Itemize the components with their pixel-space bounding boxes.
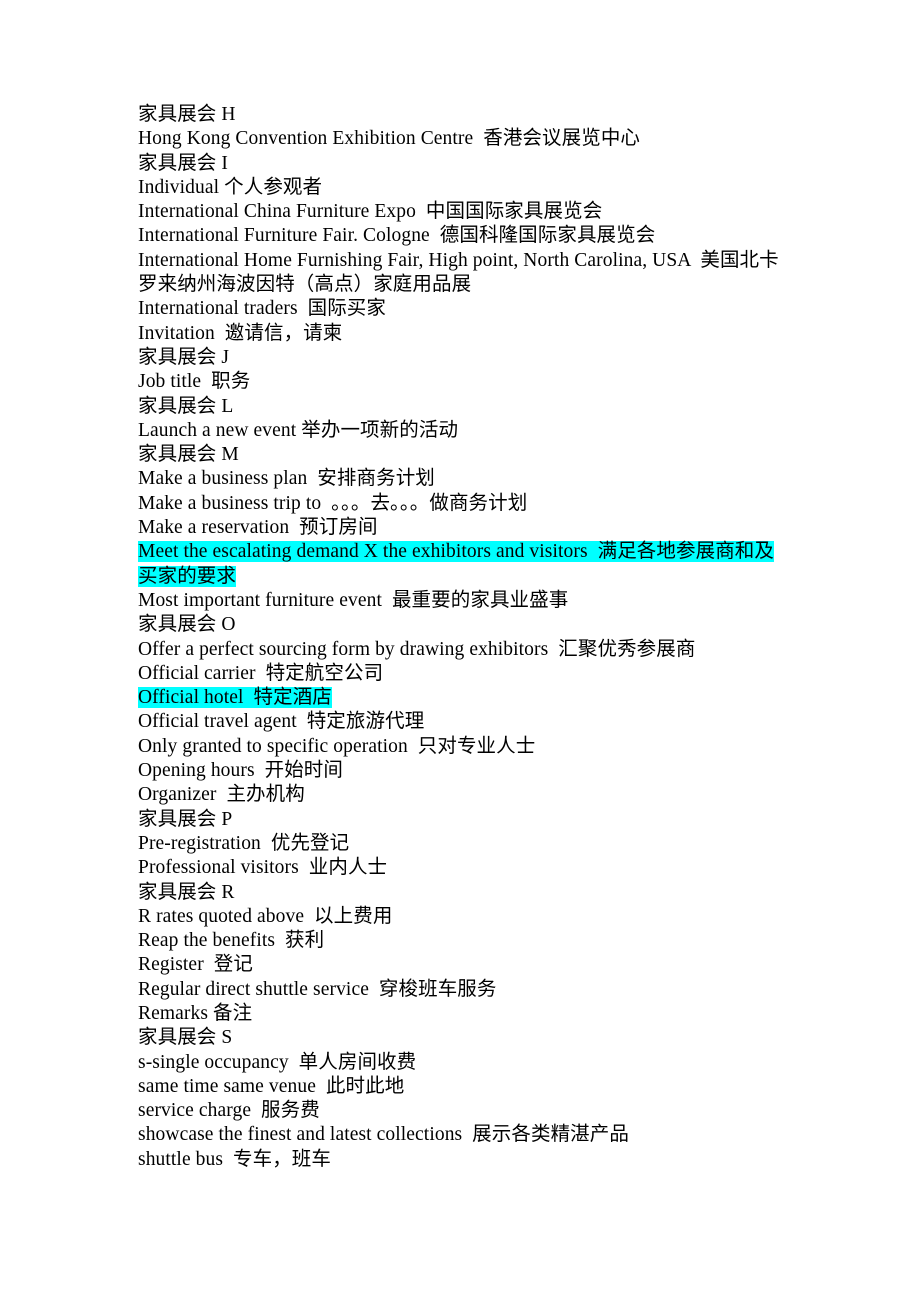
line-text: 家具展会 L — [138, 395, 234, 417]
line-text: Meet the escalating demand X the exhibit… — [138, 541, 775, 587]
line-text: Make a reservation 预订房间 — [138, 517, 378, 539]
glossary-line: Organizer 主办机构 — [138, 783, 783, 807]
line-text: Make a business plan 安排商务计划 — [138, 468, 435, 490]
line-text: Official hotel 特定酒店 — [138, 687, 332, 709]
line-text: R rates quoted above 以上费用 — [138, 905, 393, 927]
glossary-line: 家具展会 H — [138, 103, 783, 127]
glossary-line: Make a business trip to 。。。去。。。做商务计划 — [138, 492, 783, 516]
line-text: 家具展会 O — [138, 614, 236, 636]
glossary-line: 家具展会 L — [138, 395, 783, 419]
line-text: Register 登记 — [138, 954, 253, 976]
document-page: 家具展会 H Hong Kong Convention Exhibition Ce… — [0, 0, 920, 1302]
glossary-line: Job title 职务 — [138, 370, 783, 394]
glossary-line: Pre-registration 优先登记 — [138, 832, 783, 856]
line-text: International Home Furnishing Fair, High… — [138, 249, 779, 296]
glossary-line: 家具展会 R — [138, 881, 783, 905]
glossary-line: Make a business plan 安排商务计划 — [138, 467, 783, 491]
line-text: International Furniture Fair. Cologne 德国… — [138, 225, 656, 247]
line-text: same time same venue 此时此地 — [138, 1075, 405, 1097]
glossary-line: Professional visitors 业内人士 — [138, 856, 783, 880]
glossary-line-highlighted: Meet the escalating demand X the exhibit… — [138, 540, 783, 589]
glossary-line: Only granted to specific operation 只对专业人… — [138, 735, 783, 759]
line-text: 家具展会 H — [138, 104, 236, 125]
line-text: Only granted to specific operation 只对专业人… — [138, 735, 536, 757]
line-text: shuttle bus 专车，班车 — [138, 1148, 332, 1170]
glossary-line: International China Furniture Expo 中国国际家… — [138, 200, 783, 224]
line-text: Job title 职务 — [138, 371, 251, 393]
line-text: Invitation 邀请信，请柬 — [138, 322, 343, 344]
line-text: Offer a perfect sourcing form by drawing… — [138, 638, 696, 660]
line-text: 家具展会 R — [138, 881, 235, 903]
glossary-line: s-single occupancy 单人房间收费 — [138, 1051, 783, 1075]
glossary-line: Official carrier 特定航空公司 — [138, 662, 783, 686]
glossary-line: Launch a new event 举办一项新的活动 — [138, 419, 783, 443]
line-text: International China Furniture Expo 中国国际家… — [138, 201, 603, 223]
glossary-line: Opening hours 开始时间 — [138, 759, 783, 783]
glossary-line: service charge 服务费 — [138, 1099, 783, 1123]
line-text: Professional visitors 业内人士 — [138, 857, 388, 879]
line-text: Make a business trip to 。。。去。。。做商务计划 — [138, 492, 528, 514]
glossary-line: 家具展会 M — [138, 443, 783, 467]
line-text: Individual 个人参观者 — [138, 176, 323, 198]
line-text: Reap the benefits 获利 — [138, 930, 325, 952]
line-text: Hong Kong Convention Exhibition Centre 香… — [138, 128, 641, 150]
line-text: Official carrier 特定航空公司 — [138, 662, 384, 684]
line-text: 家具展会 M — [138, 444, 239, 466]
glossary-line: International Home Furnishing Fair, High… — [138, 249, 783, 298]
line-text: Remarks 备注 — [138, 1002, 253, 1024]
line-text: 家具展会 P — [138, 808, 233, 830]
line-text: Pre-registration 优先登记 — [138, 832, 350, 854]
line-text: Most important furniture event 最重要的家具业盛事 — [138, 589, 569, 611]
glossary-text-body: 家具展会 H Hong Kong Convention Exhibition Ce… — [138, 103, 783, 1172]
glossary-line: Regular direct shuttle service 穿梭班车服务 — [138, 978, 783, 1002]
line-text: s-single occupancy 单人房间收费 — [138, 1051, 417, 1073]
glossary-line: same time same venue 此时此地 — [138, 1075, 783, 1099]
glossary-line: Reap the benefits 获利 — [138, 929, 783, 953]
glossary-line: showcase the finest and latest collectio… — [138, 1123, 783, 1147]
glossary-line-highlighted: Official hotel 特定酒店 — [138, 686, 783, 710]
glossary-line: International traders 国际买家 — [138, 297, 783, 321]
line-text: 家具展会 J — [138, 346, 230, 368]
glossary-line: R rates quoted above 以上费用 — [138, 905, 783, 929]
line-text: Regular direct shuttle service 穿梭班车服务 — [138, 978, 497, 1000]
glossary-line: Most important furniture event 最重要的家具业盛事 — [138, 589, 783, 613]
line-text: service charge 服务费 — [138, 1100, 320, 1122]
line-text: showcase the finest and latest collectio… — [138, 1124, 629, 1146]
line-text: Launch a new event 举办一项新的活动 — [138, 419, 459, 441]
glossary-line: 家具展会 I — [138, 152, 783, 176]
glossary-line: Make a reservation 预订房间 — [138, 516, 783, 540]
glossary-line: Remarks 备注 — [138, 1002, 783, 1026]
line-text: Official travel agent 特定旅游代理 — [138, 711, 425, 733]
line-text: Opening hours 开始时间 — [138, 760, 344, 782]
line-text: 家具展会 S — [138, 1027, 233, 1049]
line-text: International traders 国际买家 — [138, 298, 387, 320]
glossary-line: Official travel agent 特定旅游代理 — [138, 710, 783, 734]
glossary-line: Individual 个人参观者 — [138, 176, 783, 200]
glossary-line: Invitation 邀请信，请柬 — [138, 322, 783, 346]
glossary-line: Register 登记 — [138, 953, 783, 977]
glossary-line: 家具展会 J — [138, 346, 783, 370]
glossary-line: Hong Kong Convention Exhibition Centre 香… — [138, 127, 783, 151]
line-text: Organizer 主办机构 — [138, 784, 305, 806]
glossary-line: 家具展会 O — [138, 613, 783, 637]
glossary-line: 家具展会 S — [138, 1026, 783, 1050]
glossary-line: 家具展会 P — [138, 808, 783, 832]
glossary-line: International Furniture Fair. Cologne 德国… — [138, 224, 783, 248]
glossary-line: shuttle bus 专车，班车 — [138, 1148, 783, 1172]
line-text: 家具展会 I — [138, 152, 228, 174]
glossary-line: Offer a perfect sourcing form by drawing… — [138, 638, 783, 662]
